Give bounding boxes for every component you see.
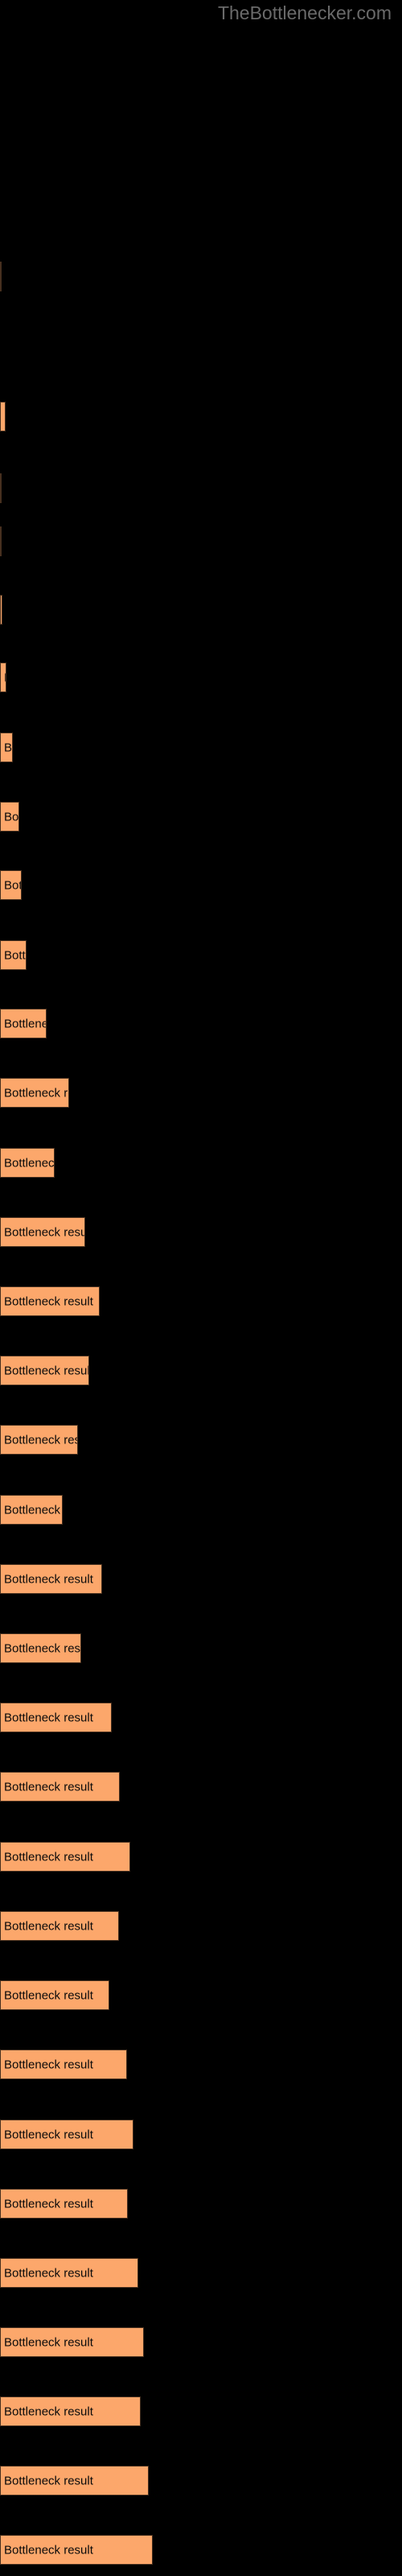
bar[interactable]: Bottleneck result [0, 595, 2, 625]
bar[interactable]: Bottleneck result [0, 2120, 133, 2149]
bar[interactable]: Bottleneck result [0, 1703, 112, 1732]
bar[interactable]: Bottleneck result [0, 2466, 149, 2496]
bar[interactable]: Bottleneck result [0, 402, 6, 431]
bar[interactable]: Bottleneck result [0, 473, 2, 503]
bar[interactable]: Bottleneck result [0, 1564, 102, 1594]
bar[interactable]: Bottleneck result [0, 733, 13, 762]
bar-label: Bottleneck result [4, 1156, 55, 1170]
bar[interactable]: Bottleneck result [0, 802, 19, 832]
bar[interactable]: Bottleneck result [0, 2327, 144, 2357]
bar-label: Bottleneck result [4, 948, 27, 962]
bar-label: Bottleneck result [4, 2474, 93, 2487]
bar-label: Bottleneck result [4, 671, 6, 684]
bar[interactable]: Bottleneck result [0, 870, 22, 900]
bar-label: Bottleneck result [4, 410, 5, 423]
bar[interactable]: Bottleneck result [0, 2396, 141, 2426]
bar[interactable]: Bottleneck result [0, 1911, 119, 1941]
bar[interactable]: Bottleneck result [0, 2189, 128, 2219]
bar-label: Bottleneck result [4, 878, 21, 892]
bar-label: Bottleneck result [4, 1017, 46, 1030]
bar-label: Bottleneck result [4, 2197, 93, 2211]
bar[interactable]: Bottleneck result [0, 1078, 69, 1108]
bar[interactable]: Bottleneck result [0, 1217, 85, 1247]
bar[interactable]: Bottleneck result [0, 1772, 120, 1802]
bar[interactable]: Bottleneck result [0, 2535, 153, 2565]
bar[interactable]: Bottleneck result [0, 2258, 138, 2288]
bar-label: Bottleneck result [4, 1503, 62, 1517]
bar-label: Bottleneck result [4, 1850, 93, 1864]
bar[interactable]: Bottleneck result [0, 1425, 78, 1455]
bar[interactable]: Bottleneck result [0, 262, 2, 291]
bar[interactable]: Bottleneck result [0, 1980, 109, 2010]
bar-label: Bottleneck result [4, 2058, 93, 2071]
bar[interactable]: Bottleneck result [0, 1009, 47, 1038]
bar-label: Bottleneck result [4, 1433, 77, 1447]
bar[interactable]: Bottleneck result [0, 940, 27, 970]
bar-label: Bottleneck result [4, 2405, 93, 2418]
bar[interactable]: Bottleneck result [0, 1148, 55, 1178]
bar-label: Bottleneck result [4, 1711, 93, 1724]
bar[interactable]: Bottleneck result [0, 2050, 127, 2079]
bar-label: Bottleneck result [4, 1919, 93, 1933]
bar[interactable]: Bottleneck result [0, 663, 6, 692]
bar-label: Bottleneck result [4, 1641, 81, 1655]
bar[interactable]: Bottleneck result [0, 1842, 130, 1872]
bar-label: Bottleneck result [4, 2335, 93, 2349]
bar-label: Bottleneck result [4, 1364, 89, 1377]
bar[interactable]: Bottleneck result [0, 1495, 63, 1525]
bar[interactable]: Bottleneck result [0, 1633, 81, 1663]
bar-label: Bottleneck result [4, 1225, 85, 1239]
bar[interactable]: Bottleneck result [0, 1286, 100, 1316]
bar-label: Bottleneck result [4, 1572, 93, 1586]
bar[interactable]: Bottleneck result [0, 1356, 89, 1385]
bar-label: Bottleneck result [4, 2266, 93, 2280]
bar-label: Bottleneck result [4, 810, 19, 824]
bar[interactable]: Bottleneck result [0, 526, 2, 556]
bar-label: Bottleneck result [4, 1086, 68, 1100]
bar-label: Bottleneck result [4, 2543, 93, 2557]
bar-chart-plot-area: Bottleneck result Bottleneck result Bottle… [0, 0, 402, 2576]
bar-label: Bottleneck result [4, 2128, 93, 2141]
bar-label: Bottleneck result [4, 1988, 93, 2002]
bar-label: Bottleneck result [4, 1294, 93, 1308]
bar-label: Bottleneck result [4, 741, 13, 754]
bar-label: Bottleneck result [4, 1780, 93, 1794]
